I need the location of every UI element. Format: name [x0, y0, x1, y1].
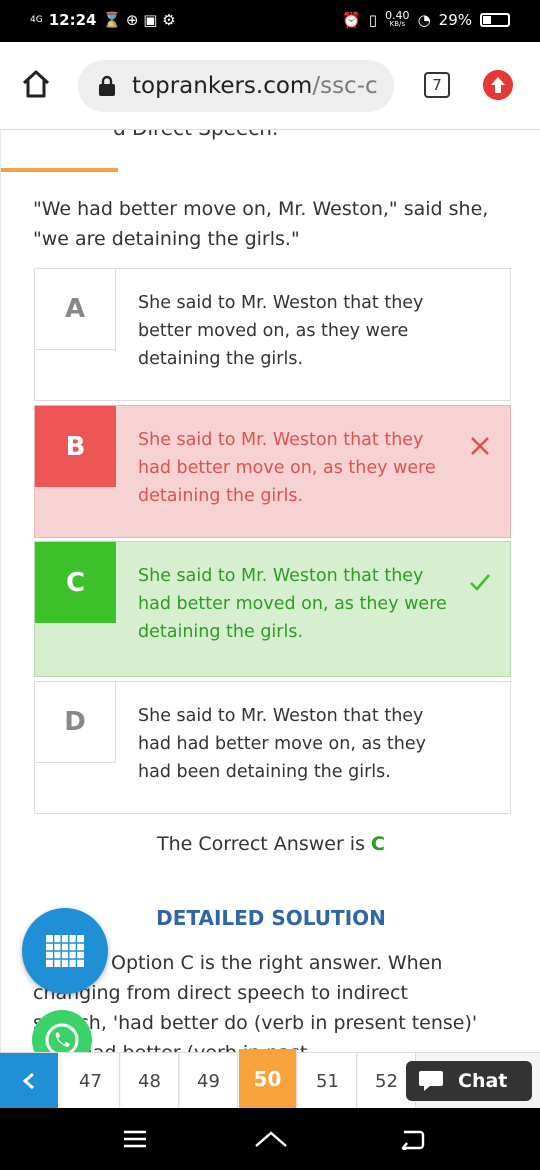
question-navigator: 47 48 49 50 51 52 Chat — [0, 1049, 540, 1109]
update-icon[interactable] — [483, 70, 513, 100]
previous-button[interactable] — [0, 1053, 58, 1109]
status-time: 12:24 — [48, 11, 97, 29]
option-text: She said to Mr. Weston that they better … — [138, 293, 424, 369]
option-c[interactable]: C She said to Mr. Weston that they had b… — [34, 541, 511, 677]
wrong-cross-icon — [471, 437, 489, 455]
option-a[interactable]: A She said to Mr. Weston that they bette… — [34, 268, 511, 401]
question-grid-button[interactable] — [22, 908, 108, 994]
question-number-50[interactable]: 50 — [239, 1049, 297, 1109]
option-d[interactable]: D She said to Mr. Weston that they had h… — [34, 681, 511, 814]
solution-line-3: speech, 'had better do (verb in present … — [33, 1012, 478, 1034]
question-number-51[interactable]: 51 — [299, 1053, 357, 1109]
address-bar[interactable]: toprankers.com/ssc-c — [78, 60, 394, 112]
tab-switcher-button[interactable]: 7 — [424, 72, 450, 98]
home-icon[interactable] — [18, 66, 54, 102]
question-text: "We had better move on, Mr. Weston," sai… — [33, 198, 489, 250]
option-text: She said to Mr. Weston that they had bet… — [138, 430, 436, 506]
option-letter: C — [35, 542, 116, 623]
correct-answer-prefix: The Correct Answer is — [157, 833, 372, 855]
back-nav-icon[interactable] — [398, 1128, 426, 1150]
recent-apps-icon[interactable] — [122, 1128, 148, 1150]
chat-bubble-icon — [419, 1071, 443, 1091]
battery-icon — [480, 13, 510, 27]
option-b[interactable]: B She said to Mr. Weston that they had b… — [34, 405, 511, 538]
correct-answer-line: The Correct Answer is C — [1, 833, 540, 855]
chevron-left-icon — [22, 1072, 34, 1090]
speed-unit: KB/s — [389, 20, 406, 28]
network-indicator: 4G — [30, 14, 43, 25]
wifi-icon: ◔ — [417, 11, 431, 29]
lock-icon — [99, 75, 115, 96]
system-navigation-bar — [0, 1108, 540, 1170]
net-speed: 0.40 KB/s — [385, 9, 410, 29]
chat-label: Chat — [458, 1070, 508, 1092]
solution-line-2: changing from direct speech to indirect — [33, 982, 408, 1004]
option-text: She said to Mr. Weston that they had bet… — [138, 566, 447, 642]
url-path: /ssc-c — [312, 73, 378, 99]
cut-off-heading: d Direct Speech. — [113, 130, 278, 140]
question-number-48[interactable]: 48 — [121, 1053, 179, 1109]
url-text: toprankers.com/ssc-c — [132, 73, 378, 99]
url-host: toprankers.com — [132, 73, 313, 99]
option-letter: B — [35, 406, 116, 487]
option-letter: D — [35, 682, 116, 763]
vibrate-icon: ▯ — [368, 11, 378, 29]
question-number-47[interactable]: 47 — [62, 1053, 120, 1109]
chat-button[interactable]: Chat — [406, 1061, 532, 1101]
alarm-icon: ⏰ — [342, 11, 361, 29]
option-text: She said to Mr. Weston that they had had… — [138, 706, 426, 782]
home-nav-icon[interactable] — [253, 1128, 289, 1150]
solution-line-1: Option C is the right answer. When — [111, 952, 443, 974]
status-bar: 4G 12:24 ⌛ ⊕ ▣ ⚙ ⏰ ▯ 0.40 KB/s ◔ 29% — [0, 0, 540, 42]
question-number-49[interactable]: 49 — [180, 1053, 238, 1109]
speed-value: 0.40 — [385, 9, 410, 22]
correct-answer-letter: C — [371, 833, 385, 855]
notification-icons: ⌛ ⊕ ▣ ⚙ — [102, 11, 176, 29]
grid-icon — [46, 935, 84, 967]
browser-toolbar: toprankers.com/ssc-c 7 — [0, 42, 540, 172]
battery-percent: 29% — [438, 11, 472, 29]
correct-check-icon — [470, 574, 490, 591]
option-letter: A — [35, 269, 116, 350]
